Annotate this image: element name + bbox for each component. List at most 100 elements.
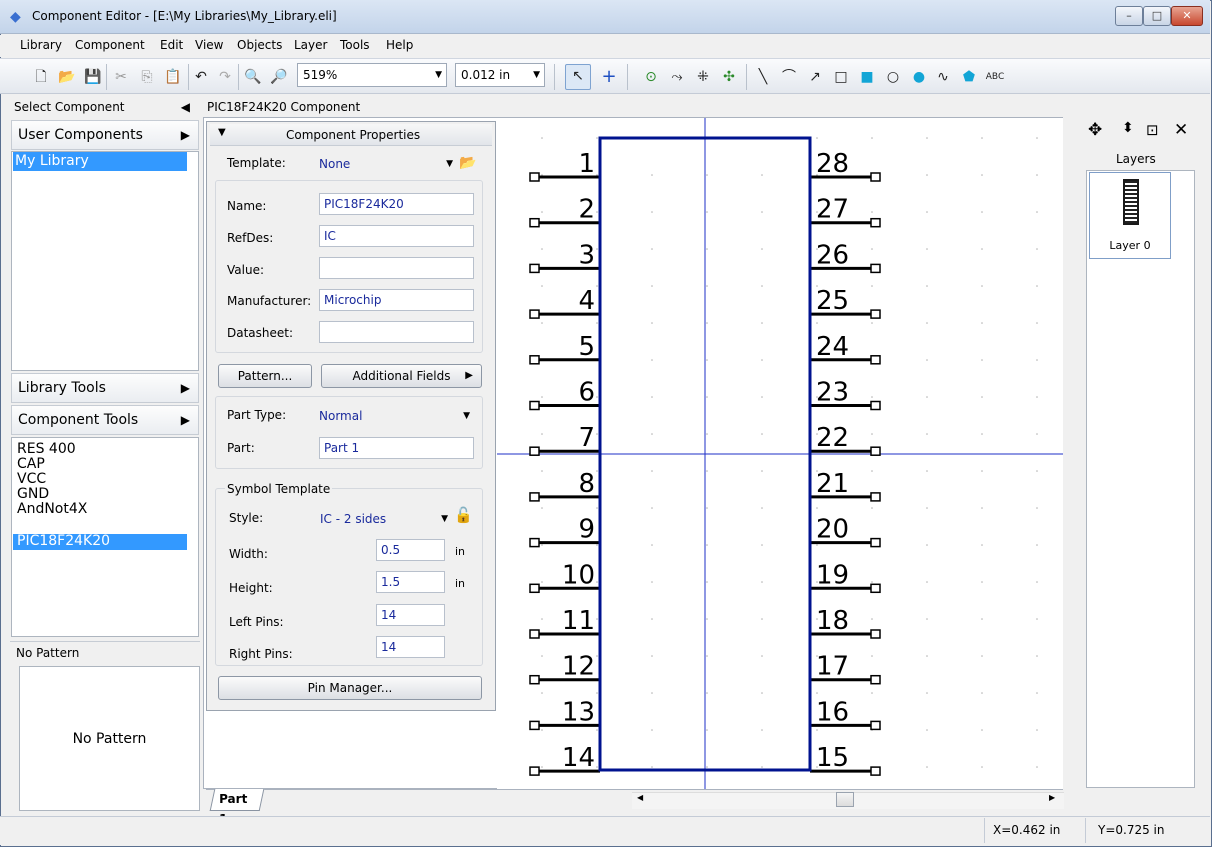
pin-grid-icon[interactable]: ⁜ (692, 66, 714, 88)
rectangle-tool-icon[interactable]: □ (830, 66, 852, 88)
component-tools-header[interactable]: Component Tools ▶ (11, 405, 199, 435)
sort-updown-icon[interactable]: ⬍ (1122, 120, 1134, 136)
component-item[interactable]: GND (17, 487, 49, 501)
fit-view-icon[interactable]: ⊡ (1146, 121, 1159, 139)
select-tool-icon[interactable]: ↖ (565, 64, 591, 90)
right-pin-terminal[interactable] (870, 446, 881, 456)
collapse-triangle-icon[interactable]: ▼ (218, 127, 226, 138)
zoom-out-icon[interactable]: 🔎 (268, 66, 290, 88)
lock-icon[interactable]: 🔓 (454, 506, 473, 524)
right-pin-terminal[interactable] (870, 263, 881, 274)
polyline-tool-icon[interactable]: ∿ (932, 66, 954, 88)
right-pin-terminal[interactable] (870, 400, 881, 411)
zoom-combo[interactable]: 519% ▼ (297, 63, 447, 87)
part-input[interactable]: Part 1 (319, 437, 474, 459)
new-file-icon[interactable]: 🗋 (30, 66, 52, 88)
left-pin-terminal[interactable] (529, 309, 540, 319)
pattern-button[interactable]: Pattern... (218, 364, 312, 388)
left-pin-terminal[interactable] (529, 674, 540, 685)
menu-view[interactable]: View (195, 38, 223, 52)
library-tools-header[interactable]: Library Tools ▶ (11, 373, 199, 403)
right-pin-terminal[interactable] (870, 537, 881, 548)
value-input[interactable] (319, 257, 474, 279)
right-pin-terminal[interactable] (870, 492, 881, 502)
paste-icon[interactable]: 📋 (162, 66, 184, 88)
line-tool-icon[interactable]: ╲ (752, 66, 774, 88)
right-pin-terminal[interactable] (870, 629, 881, 639)
part-type-select[interactable]: Normal ▼ (319, 405, 474, 427)
ellipse-tool-icon[interactable]: ○ (882, 66, 904, 88)
undo-icon[interactable]: ↶ (190, 66, 212, 88)
minimize-button[interactable]: – (1115, 6, 1143, 26)
left-pin-terminal[interactable] (529, 263, 540, 274)
left-pin-terminal[interactable] (529, 492, 540, 502)
left-pin-terminal[interactable] (529, 537, 540, 548)
height-input[interactable]: 1.5 (376, 571, 445, 593)
close-button[interactable]: ✕ (1171, 6, 1203, 26)
right-pins-input[interactable]: 14 (376, 636, 445, 658)
right-pin-terminal[interactable] (870, 172, 881, 182)
style-select[interactable]: IC - 2 sides ▼ (320, 508, 450, 530)
menu-help[interactable]: Help (386, 38, 413, 52)
save-icon[interactable]: 💾 (82, 66, 104, 88)
library-item-my-library[interactable]: My Library (13, 152, 187, 171)
redo-icon[interactable]: ↷ (214, 66, 236, 88)
component-item[interactable]: RES 400 (17, 442, 76, 456)
left-pin-terminal[interactable] (529, 629, 540, 639)
cut-icon[interactable]: ✂ (110, 66, 132, 88)
scroll-left-icon[interactable]: ◀ (637, 793, 643, 802)
left-pin-terminal[interactable] (529, 217, 540, 228)
arc-tool-icon[interactable]: ⌒ (778, 66, 800, 88)
pin-array-icon[interactable]: ⤳ (666, 66, 688, 88)
copy-icon[interactable]: ⎘ (136, 66, 158, 88)
right-pin-terminal[interactable] (870, 355, 881, 365)
symbol-canvas[interactable]: 1234567891011121314282726252423222120191… (497, 118, 1064, 790)
layer-thumb[interactable]: Layer 0 (1089, 172, 1171, 259)
component-item-selected[interactable]: PIC18F24K20 (13, 534, 187, 550)
left-pin-terminal[interactable] (529, 720, 540, 731)
right-pin-terminal[interactable] (870, 583, 881, 594)
right-pin-terminal[interactable] (870, 309, 881, 319)
close-panel-icon[interactable]: ✕ (1174, 120, 1188, 140)
filled-ellipse-tool-icon[interactable]: ● (908, 66, 930, 88)
menu-library[interactable]: Library (20, 38, 62, 52)
left-pin-terminal[interactable] (529, 400, 540, 411)
menu-component[interactable]: Component (75, 38, 145, 52)
datasheet-input[interactable] (319, 321, 474, 343)
template-select[interactable]: None ▼ (319, 153, 455, 175)
pan-icon[interactable]: ✥ (1088, 120, 1102, 140)
polygon-tool-icon[interactable]: ⬟ (958, 66, 980, 88)
canvas-area[interactable] (204, 712, 497, 788)
right-pin-terminal[interactable] (870, 766, 881, 776)
part-tab[interactable]: Part 1 (209, 789, 265, 826)
pin-tool-icon[interactable]: ⊙ (640, 66, 662, 88)
arrow-tool-icon[interactable]: ↗ (804, 66, 826, 88)
name-input[interactable]: PIC18F24K20 (319, 193, 474, 215)
pin-manager-button[interactable]: Pin Manager... (218, 676, 482, 700)
component-item[interactable]: VCC (17, 472, 46, 486)
component-item[interactable]: AndNot4X (17, 502, 87, 516)
additional-fields-button[interactable]: Additional Fields ▶ (321, 364, 482, 388)
component-item[interactable]: CAP (17, 457, 45, 471)
right-pin-terminal[interactable] (870, 217, 881, 228)
left-pin-terminal[interactable] (529, 172, 540, 182)
text-tool-icon[interactable]: ABC (984, 66, 1006, 88)
left-pins-input[interactable]: 14 (376, 604, 445, 626)
grid-combo[interactable]: 0.012 in ▼ (455, 63, 545, 87)
menu-objects[interactable]: Objects (237, 38, 282, 52)
menu-tools[interactable]: Tools (340, 38, 370, 52)
crosshair-tool-icon[interactable]: + (598, 66, 620, 88)
collapse-left-icon[interactable]: ◀ (181, 97, 190, 117)
filled-rectangle-tool-icon[interactable]: ■ (856, 66, 878, 88)
left-pin-terminal[interactable] (529, 446, 540, 456)
pin-move-icon[interactable]: ✣ (718, 66, 740, 88)
menu-layer[interactable]: Layer (294, 38, 327, 52)
right-pin-terminal[interactable] (870, 674, 881, 685)
left-pin-terminal[interactable] (529, 583, 540, 594)
refdes-input[interactable]: IC (319, 225, 474, 247)
width-input[interactable]: 0.5 (376, 539, 445, 561)
open-folder-icon[interactable]: 📂 (56, 66, 78, 88)
manufacturer-input[interactable]: Microchip (319, 289, 474, 311)
horizontal-scroll-thumb[interactable] (836, 792, 854, 807)
open-template-folder-icon[interactable]: 📂 (459, 155, 476, 171)
